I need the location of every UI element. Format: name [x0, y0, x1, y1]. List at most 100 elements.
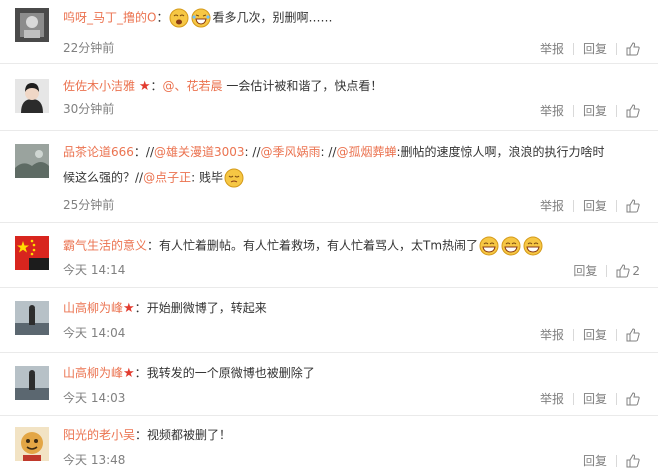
avatar[interactable]	[15, 236, 49, 270]
comment-time: 今天 14:03	[63, 391, 126, 405]
comment-text: 呜呀_马丁_撸的O： 看多几次，别删啊……	[63, 8, 332, 28]
comment-text: 山高柳为峰★：我转发的一个原微博也被删除了	[63, 364, 315, 383]
grin-emoji-icon	[501, 236, 521, 256]
report-link[interactable]: 举报	[531, 390, 573, 407]
separator: ：	[156, 10, 169, 25]
commenter-name[interactable]: 佐佐木小洁雅	[63, 79, 135, 93]
thumbs-up-icon	[626, 453, 640, 468]
text-segment: :删帖的速度惊人啊，浪浪的执行力啥时	[396, 145, 605, 159]
separator: ：	[134, 301, 147, 315]
avatar[interactable]	[15, 79, 49, 113]
comment-item: 山高柳为峰★：我转发的一个原微博也被删除了 今天 14:03 举报 回复	[0, 352, 658, 416]
comment-item: 阳光的老小吴：视频都被删了！ 今天 13:48 回复	[0, 415, 658, 474]
comment-item: 霸气生活的意义：有人忙着删帖。有人忙着救场，有人忙着骂人，太Tm热闹了 今天 1…	[0, 222, 658, 288]
like-button[interactable]	[617, 198, 640, 213]
separator: ：	[135, 428, 148, 442]
text-segment: : //	[244, 145, 261, 159]
comment-body: 有人忙着删帖。有人忙着救场，有人忙着骂人，太Tm热闹了	[159, 238, 479, 253]
like-button[interactable]	[617, 41, 640, 56]
comment-actions: 举报 回复	[531, 197, 640, 214]
reply-link[interactable]: 回复	[574, 326, 616, 343]
avatar[interactable]	[15, 8, 49, 42]
comment-time: 今天 14:14	[63, 263, 126, 277]
text-segment: : 贱毕	[191, 170, 223, 185]
thumbs-up-icon	[626, 327, 640, 342]
grin-emoji-icon	[479, 236, 499, 256]
comment-item: 品茶论道666：//@雄关漫道3003: //@季风娲雨: //@孤烟葬蝉:删帖…	[0, 130, 658, 223]
comment-body: 开始删微博了，转起来	[146, 301, 267, 315]
like-button[interactable]: 2	[607, 264, 640, 278]
comment-time: 30分钟前	[63, 102, 115, 116]
commenter-name[interactable]: 品茶论道666	[63, 145, 134, 159]
comment-time: 今天 14:04	[63, 326, 126, 340]
comment-text: 品茶论道666：//@雄关漫道3003: //@季风娲雨: //@孤烟葬蝉:删帖…	[63, 143, 605, 162]
comment-body: 我转发的一个原微博也被删除了	[146, 366, 315, 380]
comment-text: 佐佐木小洁雅 ★：@、花若晨 一会估计被和谐了，快点看！	[63, 77, 382, 96]
reply-link[interactable]: 回复	[574, 390, 616, 407]
mention-link[interactable]: @、花若晨	[163, 79, 223, 93]
comment-body: 一会估计被和谐了，快点看！	[222, 79, 383, 93]
comment-text: 霸气生活的意义：有人忙着删帖。有人忙着救场，有人忙着骂人，太Tm热闹了	[63, 236, 544, 256]
comment-text-continued: 候这么强的？//@点子正: 贱毕	[63, 168, 245, 188]
reply-link[interactable]: 回复	[564, 262, 606, 279]
report-link[interactable]: 举报	[531, 102, 573, 119]
thumbs-up-icon	[616, 263, 630, 278]
avatar[interactable]	[15, 366, 49, 400]
grin-emoji-icon	[523, 236, 543, 256]
like-button[interactable]	[617, 327, 640, 342]
mention-link[interactable]: @季风娲雨	[261, 145, 321, 159]
commenter-name[interactable]: 山高柳为峰	[63, 366, 123, 380]
reply-link[interactable]: 回复	[574, 197, 616, 214]
comment-actions: 回复 2	[564, 262, 640, 279]
comment-item: 山高柳为峰★：开始删微博了，转起来 今天 14:04 举报 回复	[0, 287, 658, 353]
mention-link[interactable]: @孤烟葬蝉	[336, 145, 396, 159]
vip-star-icon: ★	[123, 366, 135, 381]
separator: ：	[150, 79, 163, 93]
commenter-name[interactable]: 山高柳为峰	[63, 301, 123, 315]
separator: ：	[147, 238, 160, 253]
comment-actions: 回复	[574, 452, 640, 469]
separator: ：	[134, 366, 147, 380]
comment-text: 山高柳为峰★：开始删微博了，转起来	[63, 299, 267, 318]
thumbs-up-icon	[626, 391, 640, 406]
avatar[interactable]	[15, 144, 49, 178]
avatar[interactable]	[15, 301, 49, 335]
avatar[interactable]	[15, 427, 49, 461]
comment-actions: 举报 回复	[531, 326, 640, 343]
vip-star-icon: ★	[138, 79, 151, 94]
report-link[interactable]: 举报	[531, 197, 573, 214]
commenter-name[interactable]: 阳光的老小吴	[63, 428, 135, 442]
like-button[interactable]	[617, 453, 640, 468]
reply-link[interactable]: 回复	[574, 40, 616, 57]
comment-item: 佐佐木小洁雅 ★：@、花若晨 一会估计被和谐了，快点看！ 30分钟前 举报 回复	[0, 63, 658, 131]
comment-text: 阳光的老小吴：视频都被删了！	[63, 426, 231, 445]
text-segment: 候这么强的？//	[63, 170, 144, 185]
yawn-emoji-icon	[169, 8, 189, 28]
reply-link[interactable]: 回复	[574, 452, 616, 469]
commenter-name[interactable]: 霸气生活的意义	[63, 239, 147, 253]
thumbs-up-icon	[626, 41, 640, 56]
thumbs-up-icon	[626, 103, 640, 118]
comment-body: 看多几次，别删啊……	[212, 10, 333, 25]
report-link[interactable]: 举报	[531, 326, 573, 343]
comment-time: 今天 13:48	[63, 453, 126, 467]
thumbs-up-icon	[626, 198, 640, 213]
like-count: 2	[632, 263, 640, 278]
vip-star-icon: ★	[123, 301, 135, 316]
like-button[interactable]	[617, 391, 640, 406]
comment-body: 视频都被删了！	[147, 428, 232, 442]
sleepy-emoji-icon	[224, 168, 244, 188]
comment-time: 25分钟前	[63, 198, 115, 212]
comment-actions: 举报 回复	[531, 40, 640, 57]
comment-time: 22分钟前	[63, 41, 115, 55]
like-button[interactable]	[617, 103, 640, 118]
text-segment: : //	[320, 145, 337, 159]
laugh-emoji-icon	[191, 8, 211, 28]
reply-link[interactable]: 回复	[574, 102, 616, 119]
comment-actions: 举报 回复	[531, 390, 640, 407]
report-link[interactable]: 举报	[531, 40, 573, 57]
commenter-name[interactable]: 呜呀_马丁_撸的O	[63, 11, 156, 25]
mention-link[interactable]: @雄关漫道3003	[154, 145, 245, 159]
text-segment: ：//	[133, 145, 154, 159]
mention-link[interactable]: @点子正	[143, 171, 191, 185]
